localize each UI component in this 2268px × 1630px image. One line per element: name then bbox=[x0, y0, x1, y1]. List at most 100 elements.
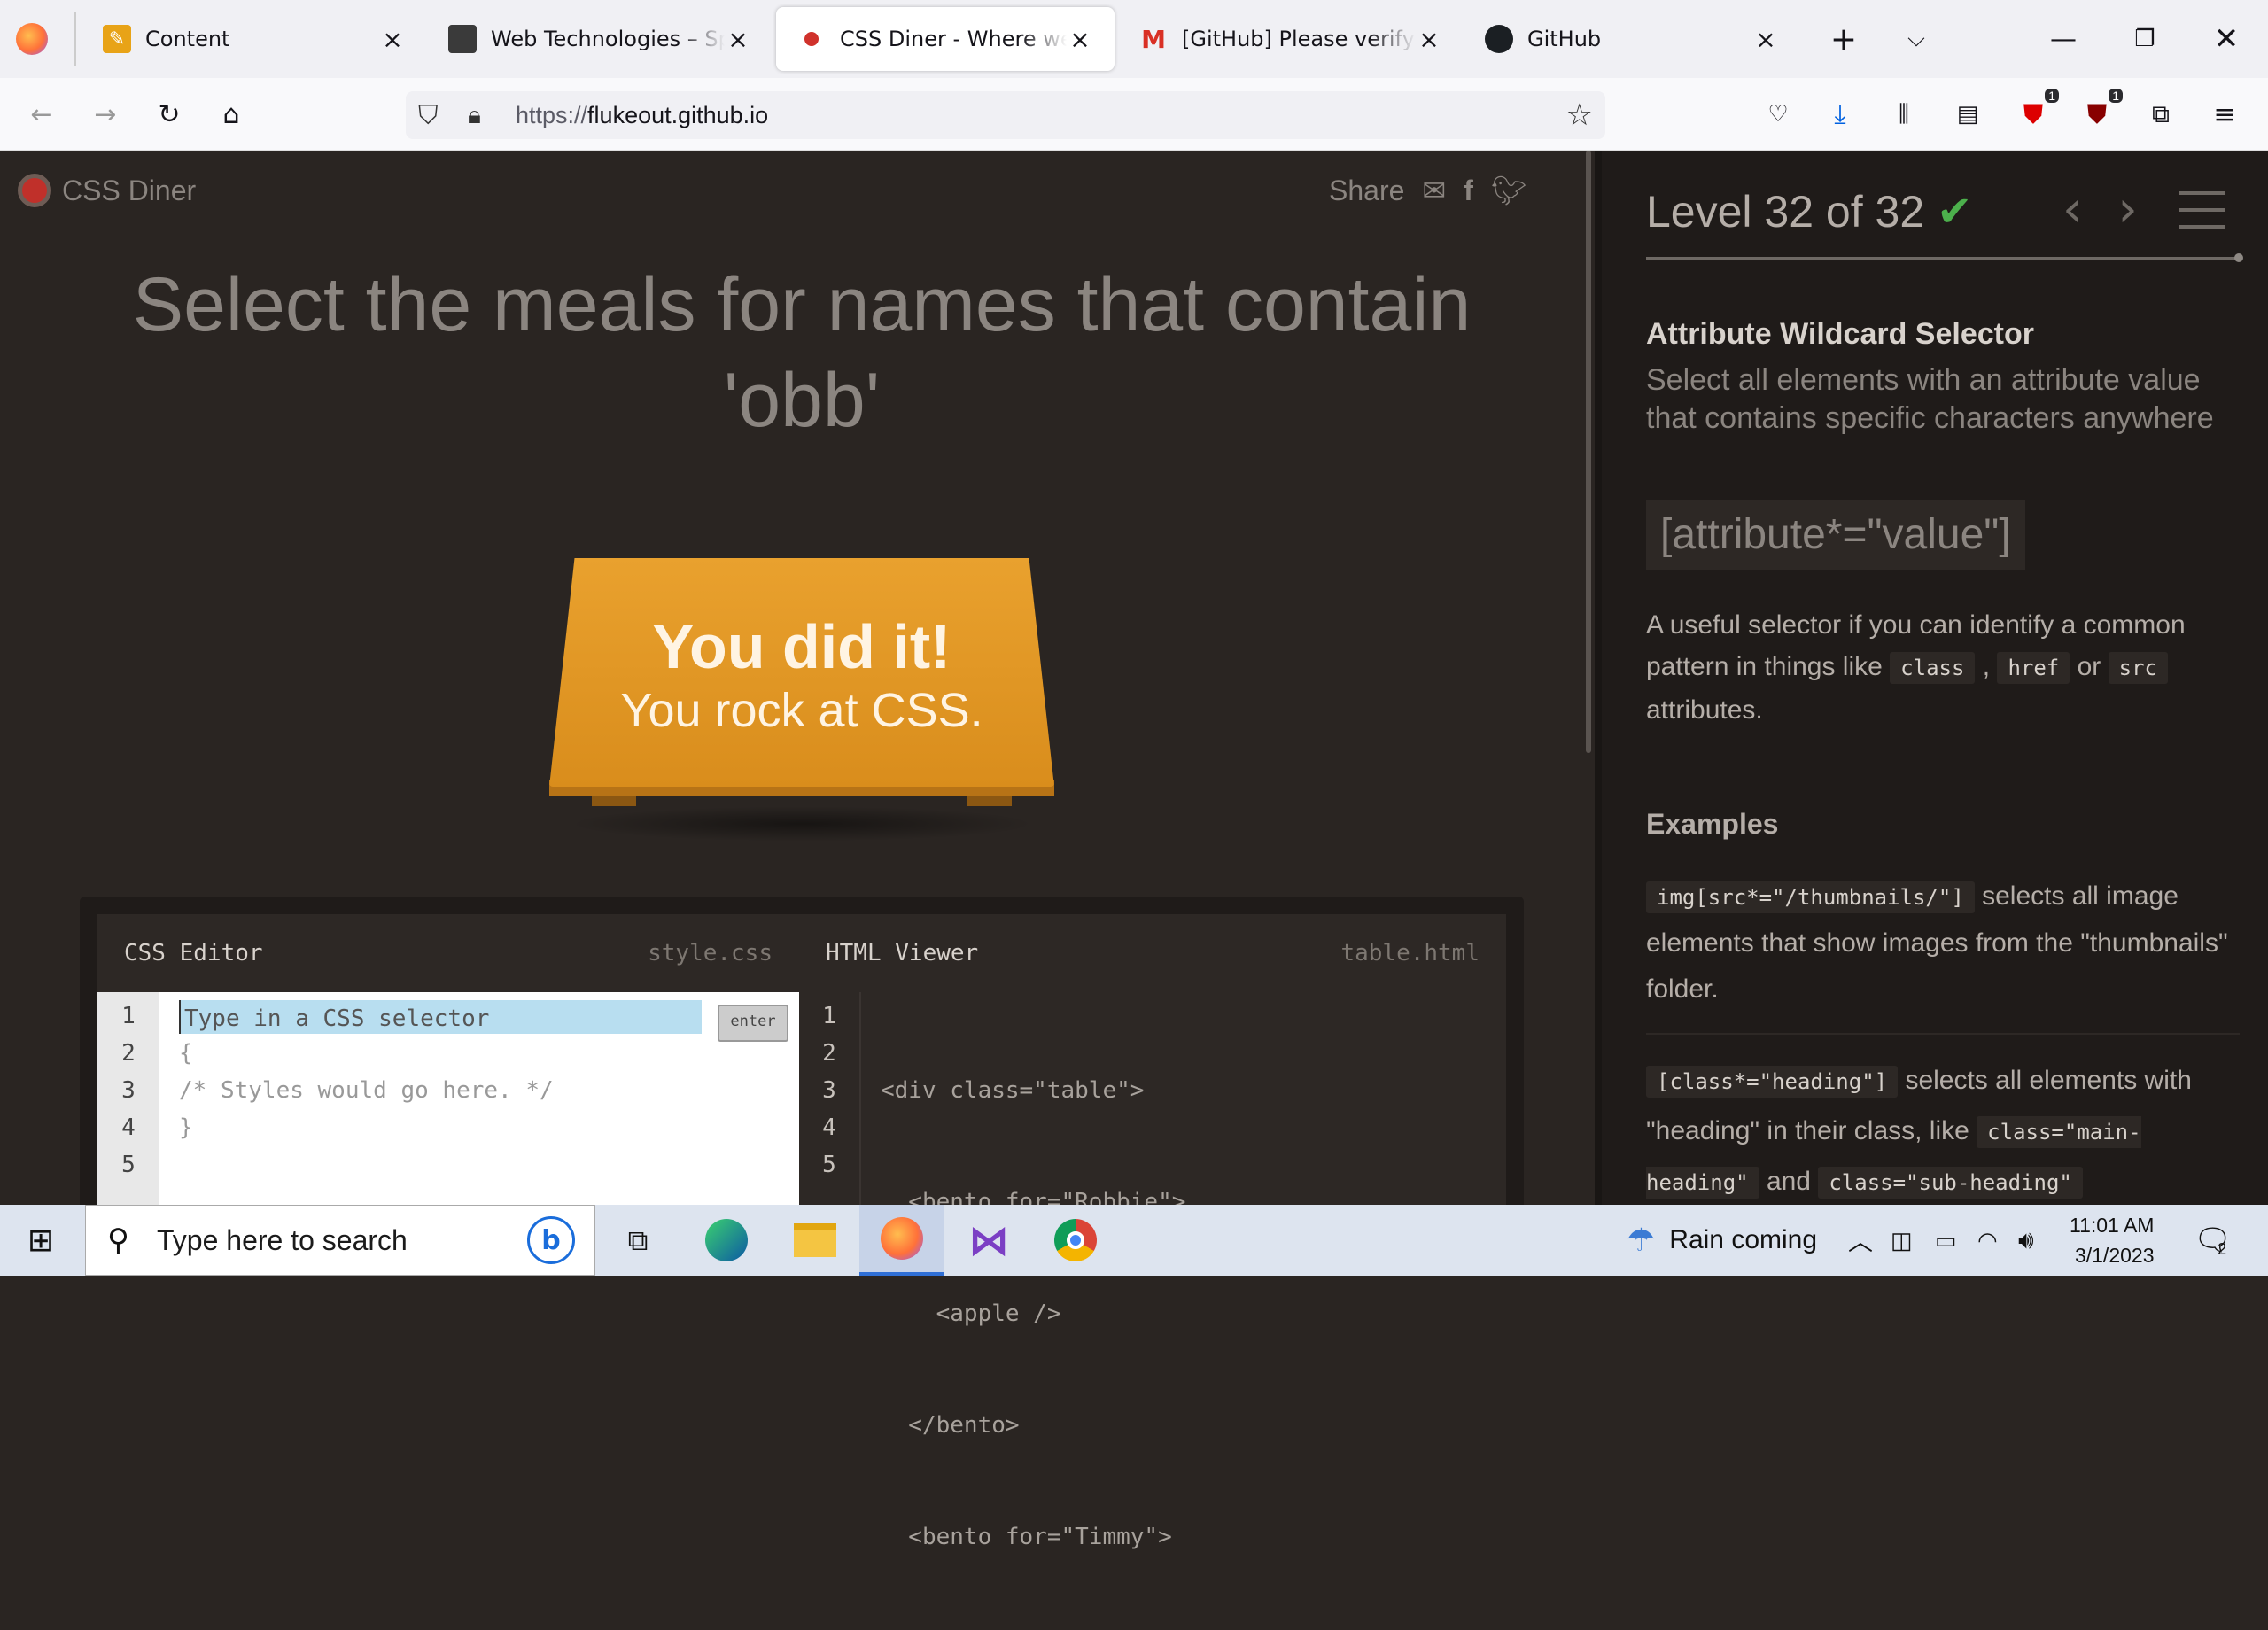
bing-icon[interactable]: b bbox=[527, 1216, 575, 1264]
scrollbar[interactable] bbox=[1586, 151, 1591, 753]
volume-icon[interactable]: 🔊︎ bbox=[2018, 1205, 2034, 1276]
twitter-icon[interactable]: 🐦︎ bbox=[1491, 174, 1527, 207]
checkmark-icon: ✔ bbox=[1937, 189, 1973, 236]
facebook-icon[interactable]: f bbox=[1464, 175, 1473, 207]
downloads-icon[interactable]: ⤓ bbox=[1820, 94, 1860, 135]
tab-label: CSS Diner - Where we feast bbox=[840, 27, 1067, 51]
forward-button[interactable]: → bbox=[85, 94, 126, 135]
win-subtitle: You rock at CSS. bbox=[620, 684, 983, 737]
minimize-button[interactable]: — bbox=[2043, 19, 2084, 59]
bookmark-star-icon[interactable]: ☆ bbox=[1566, 97, 1593, 133]
search-icon: ⚲ bbox=[107, 1222, 129, 1258]
selector-help: A useful selector if you can identify a … bbox=[1646, 610, 2186, 725]
firefox-view-icon[interactable] bbox=[16, 23, 48, 55]
url-bar[interactable]: ⛉ 🔒︎ https://flukeout.github.io ☆ bbox=[406, 91, 1605, 139]
extension-shield-icon[interactable]: ⛊ 1 bbox=[2013, 89, 2059, 135]
html-viewer: HTML Viewer table.html 12345 <div class="… bbox=[799, 914, 1506, 1550]
pocket-icon[interactable]: ♡ bbox=[1758, 94, 1798, 135]
wifi-icon[interactable]: ◠ bbox=[1977, 1205, 1998, 1276]
email-icon[interactable]: ✉ bbox=[1422, 174, 1446, 207]
meet-now-icon[interactable]: ◫ bbox=[1891, 1205, 1913, 1276]
close-window-button[interactable]: ✕ bbox=[2206, 19, 2247, 59]
editor-panel: CSS Editor style.css 12345 Type in a CSS … bbox=[80, 896, 1524, 1550]
pencil-icon: ✎ bbox=[103, 25, 131, 53]
close-icon[interactable]: × bbox=[725, 25, 751, 54]
task-view-icon[interactable]: ⧉ bbox=[611, 1205, 664, 1276]
css-editor-title: CSS Editor bbox=[124, 940, 263, 966]
html-line[interactable]: <apple /> bbox=[881, 1295, 1497, 1332]
edge-icon[interactable] bbox=[700, 1205, 753, 1276]
line-numbers: 12345 bbox=[799, 992, 861, 1215]
enter-button[interactable]: enter bbox=[718, 1005, 788, 1042]
logo[interactable]: CSS Diner bbox=[18, 174, 196, 207]
css-filename: style.css bbox=[648, 940, 773, 966]
clock[interactable]: 11:01 AM 3/1/2023 bbox=[2070, 1205, 2154, 1276]
html-filename: table.html bbox=[1340, 940, 1480, 966]
lock-icon[interactable]: 🔒︎ bbox=[468, 100, 481, 130]
search-placeholder: Type here to search bbox=[157, 1223, 408, 1256]
tab-css-diner[interactable]: CSS Diner - Where we feast × bbox=[776, 7, 1115, 71]
firefox-taskbar-icon[interactable] bbox=[859, 1205, 944, 1276]
close-icon[interactable]: × bbox=[1067, 25, 1093, 54]
back-button[interactable]: ← bbox=[21, 94, 62, 135]
example-1: img[src*="/thumbnails/"] selects all ima… bbox=[1646, 881, 2228, 1004]
level-indicator: Level 32 of 32 ✔ bbox=[1646, 187, 1973, 237]
html-line[interactable]: </bento> bbox=[881, 1407, 1497, 1444]
examples-title: Examples bbox=[1646, 808, 1779, 840]
next-level-icon[interactable]: › bbox=[2117, 181, 2137, 238]
previous-level-icon[interactable]: ‹ bbox=[2062, 181, 2082, 238]
visual-studio-icon[interactable]: ⋈ bbox=[962, 1205, 1015, 1276]
taskbar-search[interactable]: ⚲ Type here to search b bbox=[85, 1205, 595, 1276]
start-button[interactable]: ⊞ bbox=[0, 1205, 82, 1276]
win-title: You did it! bbox=[652, 612, 951, 681]
ublock-icon[interactable]: ⛊ 1 bbox=[2077, 89, 2123, 135]
close-icon[interactable]: × bbox=[379, 25, 406, 54]
list-all-tabs-button[interactable]: ⌵ bbox=[1896, 19, 1937, 59]
html-line[interactable]: <div class="table"> bbox=[881, 1072, 1497, 1109]
tab-label: Web Technologies – Spring bbox=[491, 27, 725, 51]
example-2: [class*="heading"] selects all elements … bbox=[1646, 1056, 2240, 1207]
library-icon[interactable]: ⫼ bbox=[1884, 94, 1924, 135]
tab-content[interactable]: ✎ Content × bbox=[82, 7, 427, 71]
weather-widget[interactable]: ☂ Rain coming bbox=[1627, 1205, 1817, 1276]
close-icon[interactable]: × bbox=[1416, 25, 1442, 54]
level-sidebar: Level 32 of 32 ✔ ‹ › Attribute Wildcard S… bbox=[1595, 151, 2268, 1205]
table: You did it! You rock at CSS. bbox=[549, 558, 1054, 842]
tab-label: GitHub bbox=[1527, 27, 1602, 51]
css-selector-input[interactable]: Type in a CSS selector bbox=[179, 999, 702, 1034]
app-menu-button[interactable]: ≡ bbox=[2204, 94, 2245, 135]
battery-icon[interactable]: ▭ bbox=[1935, 1205, 1957, 1276]
new-tab-button[interactable]: + bbox=[1823, 19, 1864, 59]
restore-button[interactable]: ❐ bbox=[2124, 19, 2165, 59]
tab-github[interactable]: GitHub × bbox=[1464, 7, 1800, 71]
home-button[interactable]: ⌂ bbox=[211, 94, 252, 135]
game-area: CSS Diner Share ✉ f 🐦︎ Select the meals … bbox=[0, 151, 1595, 1550]
tracking-shield-icon[interactable]: ⛉ bbox=[418, 100, 439, 131]
extensions-puzzle-icon[interactable]: ⧉ bbox=[2140, 94, 2181, 135]
gmail-icon: M bbox=[1141, 24, 1166, 54]
html-line[interactable]: <bento for="Timmy"> bbox=[881, 1518, 1497, 1556]
order-instruction: Select the meals for names that contain … bbox=[132, 262, 1472, 443]
tab-web-technologies[interactable]: Web Technologies – Spring × bbox=[427, 7, 773, 71]
tab-label: [GitHub] Please verify your bbox=[1182, 27, 1416, 51]
share-label: Share bbox=[1329, 174, 1405, 206]
chrome-icon[interactable] bbox=[1049, 1205, 1102, 1276]
selector-description: Select all elements with an attribute va… bbox=[1646, 363, 2214, 435]
show-hidden-icons[interactable]: ︿ bbox=[1848, 1205, 1873, 1276]
sidebar-icon[interactable]: ▤ bbox=[1947, 94, 1988, 135]
tab-github-verify[interactable]: M [GitHub] Please verify your × bbox=[1118, 7, 1464, 71]
reload-button[interactable]: ↻ bbox=[149, 94, 190, 135]
file-explorer-icon[interactable] bbox=[788, 1205, 842, 1276]
win-message: You did it! You rock at CSS. bbox=[549, 611, 1054, 739]
badge-count: 1 bbox=[2109, 89, 2123, 103]
github-icon bbox=[1485, 25, 1513, 53]
share-bar: Share ✉ f 🐦︎ bbox=[1329, 174, 1526, 207]
close-icon[interactable]: × bbox=[1752, 25, 1779, 54]
level-menu-icon[interactable] bbox=[2179, 191, 2225, 242]
notifications-icon[interactable]: 🗨︎ 2 bbox=[2194, 1205, 2232, 1276]
css-diner-favicon bbox=[797, 25, 826, 53]
windows-taskbar: ⊞ ⚲ Type here to search b ⧉ ⋈ ☂ Rain com… bbox=[0, 1205, 2268, 1276]
tab-label: Content bbox=[145, 27, 230, 51]
url-text[interactable]: https://flukeout.github.io bbox=[516, 102, 768, 129]
tab-strip: ✎ Content × Web Technologies – Spring × … bbox=[0, 0, 2268, 78]
